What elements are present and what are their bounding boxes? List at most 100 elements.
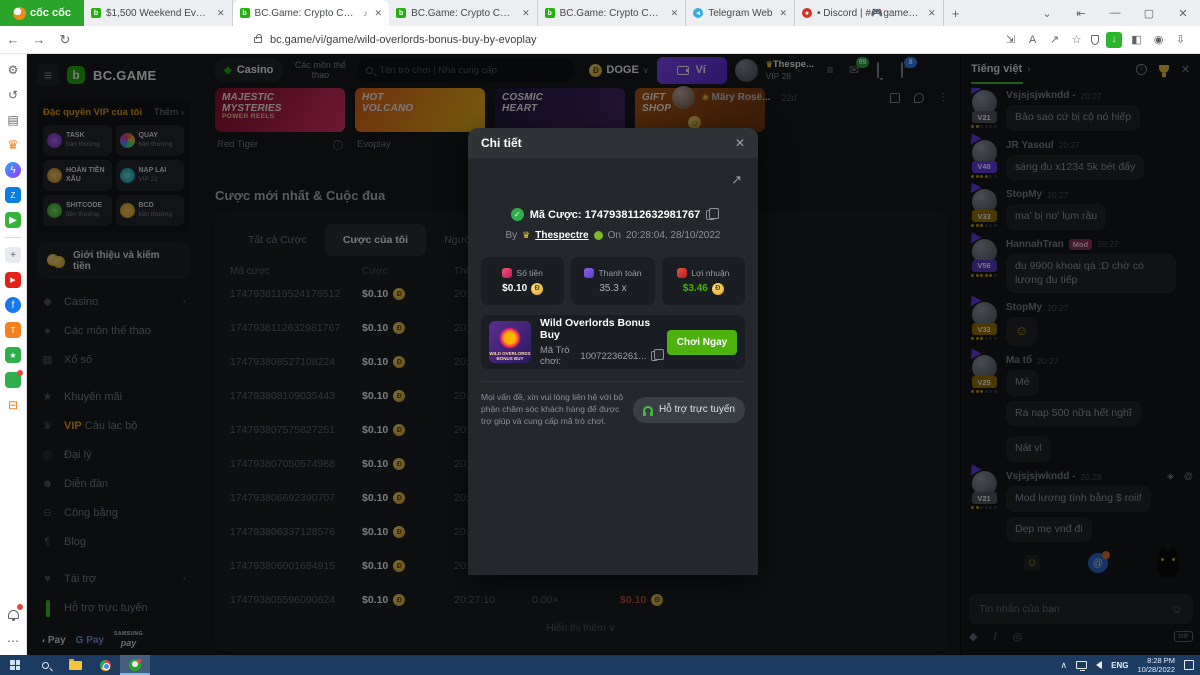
discord-favicon: ●	[802, 8, 812, 18]
browser-tab-2-active[interactable]: b BC.Game: Crypto Casino ♪ ✕	[233, 0, 390, 26]
history-icon[interactable]: ↺	[5, 87, 21, 103]
action-center-icon[interactable]	[1184, 660, 1194, 670]
coccoc-brand[interactable]: cốc cốc	[0, 0, 84, 26]
chrome-icon[interactable]	[90, 655, 120, 675]
tab-close-icon[interactable]: ✕	[779, 8, 787, 19]
play-now-button[interactable]: Chơi Ngay	[667, 330, 737, 355]
lock-icon[interactable]	[254, 37, 262, 43]
volume-icon[interactable]	[1096, 661, 1102, 669]
settings-gear-icon[interactable]: ⚙	[5, 62, 21, 78]
address-bar[interactable]: bc.game/vi/game/wild-overlords-bonus-buy…	[270, 34, 537, 46]
game-thumbnail[interactable]: WILD OVERLORDSBONUS BUY	[489, 321, 531, 363]
zalo-icon[interactable]: Z	[5, 187, 21, 203]
doge-coin-icon	[712, 283, 724, 295]
promo-app-icon[interactable]	[5, 372, 21, 388]
window-maximize-button[interactable]: ▢	[1132, 0, 1166, 26]
copy-icon[interactable]	[651, 351, 658, 361]
window-close-button[interactable]: ✕	[1166, 0, 1200, 26]
language-indicator[interactable]: ENG	[1111, 661, 1128, 670]
back-button[interactable]: ←	[0, 32, 26, 47]
coccoc-brand-label: cốc cốc	[30, 7, 71, 19]
network-icon[interactable]	[1076, 661, 1087, 669]
vip-crown-icon[interactable]: ♛	[5, 137, 21, 153]
tab-search-icon[interactable]: ⌄	[1030, 0, 1064, 26]
bcgame-favicon: b	[91, 8, 101, 18]
coccoc-taskbar-icon[interactable]	[120, 655, 150, 675]
payout-icon	[584, 268, 594, 278]
save-page-icon[interactable]: ⇲	[1003, 33, 1018, 46]
bet-details-modal: Chi tiết ✕ ↗ ✓ Mã Cược: 1747938112632981…	[468, 128, 758, 575]
tab-close-icon[interactable]: ✕	[522, 8, 530, 19]
browser-sidebar: ⚙ ↺ ▤ ♛ ϟ Z ▶ + ▶ f T ★ ⊟ ⋯	[0, 54, 27, 655]
tab-close-icon[interactable]: ✕	[217, 8, 225, 19]
verified-shield-icon: ✓	[511, 208, 524, 221]
doge-coin-icon	[531, 283, 543, 295]
clock[interactable]: 8:28 PM10/28/2022	[1137, 656, 1175, 675]
messenger-icon[interactable]: ϟ	[5, 162, 21, 178]
share-icon[interactable]: ↗	[731, 172, 742, 188]
bcgame-favicon: b	[396, 8, 406, 18]
copy-icon[interactable]	[706, 210, 715, 220]
tray-expand-icon[interactable]: ∧	[1061, 660, 1068, 671]
gift-app-icon[interactable]: ★	[5, 347, 21, 363]
download-manager-icon[interactable]: ↓	[1106, 32, 1122, 48]
profile-icon[interactable]: ◉	[1151, 33, 1166, 46]
file-explorer-icon[interactable]	[60, 655, 90, 675]
modal-close-icon[interactable]: ✕	[735, 136, 745, 150]
new-tab-button[interactable]: +	[944, 0, 968, 26]
stat-profit: Lợi nhuận $3.46	[662, 257, 745, 305]
bet-id-value: 1747938112632981767	[585, 209, 701, 221]
stat-payout: Thanh toán 35.3 x	[571, 257, 654, 305]
tab-audio-icon[interactable]: ♪	[364, 9, 368, 18]
bcgame-favicon: b	[240, 8, 250, 18]
shopping-cart-icon[interactable]: ⊟	[5, 397, 21, 413]
telegram-favicon: ◂	[693, 8, 703, 18]
frog-emoji-icon	[594, 231, 603, 240]
sidebar-divider	[5, 237, 21, 238]
forward-button[interactable]: →	[26, 32, 52, 47]
browser-tab-5[interactable]: ◂ Telegram Web ✕	[686, 0, 795, 26]
profit-icon	[677, 268, 687, 278]
live-support-button[interactable]: Hỗ trợ trực tuyến	[633, 397, 745, 423]
add-shortcut-button[interactable]: +	[5, 247, 21, 263]
crown-icon: ♛	[522, 230, 530, 241]
adblock-shield-icon[interactable]	[1091, 35, 1099, 45]
bcgame-favicon: b	[545, 8, 555, 18]
games-controller-icon[interactable]: ▶	[5, 212, 21, 228]
facebook-icon[interactable]: f	[5, 297, 21, 313]
game-name: Wild Overlords Bonus Buy	[540, 317, 658, 341]
translate-icon[interactable]: A	[1025, 34, 1040, 46]
browser-toolbar: ← → ↻ bc.game/vi/game/wild-overlords-bon…	[0, 26, 1200, 54]
downloads-tray-icon[interactable]: ⇩	[1173, 33, 1188, 46]
bet-user-link[interactable]: Thespectre	[535, 230, 588, 241]
amount-icon	[502, 268, 512, 278]
game-info-box: WILD OVERLORDSBONUS BUY Wild Overlords B…	[481, 315, 745, 369]
windows-taskbar: ∧ ENG 8:28 PM10/28/2022	[0, 655, 1200, 675]
game-id-value: 10072236261...	[580, 351, 646, 362]
browser-tabstrip: cốc cốc b $1,500 Weekend Evoplay Mu ✕ b …	[0, 0, 1200, 26]
window-minimize-button[interactable]: —	[1098, 0, 1132, 26]
youtube-icon[interactable]: ▶	[5, 272, 21, 288]
media-download-icon[interactable]: ⇤	[1064, 0, 1098, 26]
more-options-icon[interactable]: ⋯	[5, 633, 21, 649]
taskbar-search-icon[interactable]	[30, 655, 60, 675]
bookmark-star-icon[interactable]: ☆	[1069, 33, 1084, 46]
headset-icon	[643, 406, 653, 413]
bet-datetime: 20:28:04, 28/10/2022	[626, 230, 721, 241]
start-button[interactable]	[0, 655, 30, 675]
coccoc-logo-icon	[13, 7, 26, 20]
tab-close-icon[interactable]: ✕	[928, 8, 936, 19]
browser-tab-4[interactable]: b BC.Game: Crypto Casino Gan ✕	[538, 0, 687, 26]
share-page-icon[interactable]: ↗	[1047, 33, 1062, 46]
extensions-icon[interactable]: ◧	[1129, 33, 1144, 46]
support-note: Mọi vấn đề, xin vui lòng liên hệ với bộ …	[481, 392, 625, 428]
browser-tab-3[interactable]: b BC.Game: Crypto Casino Gan ✕	[389, 0, 538, 26]
browser-tab-1[interactable]: b $1,500 Weekend Evoplay Mu ✕	[84, 0, 233, 26]
reading-list-icon[interactable]: ▤	[5, 112, 21, 128]
notification-bell-icon[interactable]	[5, 606, 21, 622]
browser-tab-6[interactable]: ● • Discord | #🎮games | BC G ✕	[795, 0, 944, 26]
tiki-icon[interactable]: T	[5, 322, 21, 338]
tab-close-icon[interactable]: ✕	[375, 8, 383, 19]
tab-close-icon[interactable]: ✕	[671, 8, 679, 19]
reload-button[interactable]: ↻	[52, 32, 78, 48]
